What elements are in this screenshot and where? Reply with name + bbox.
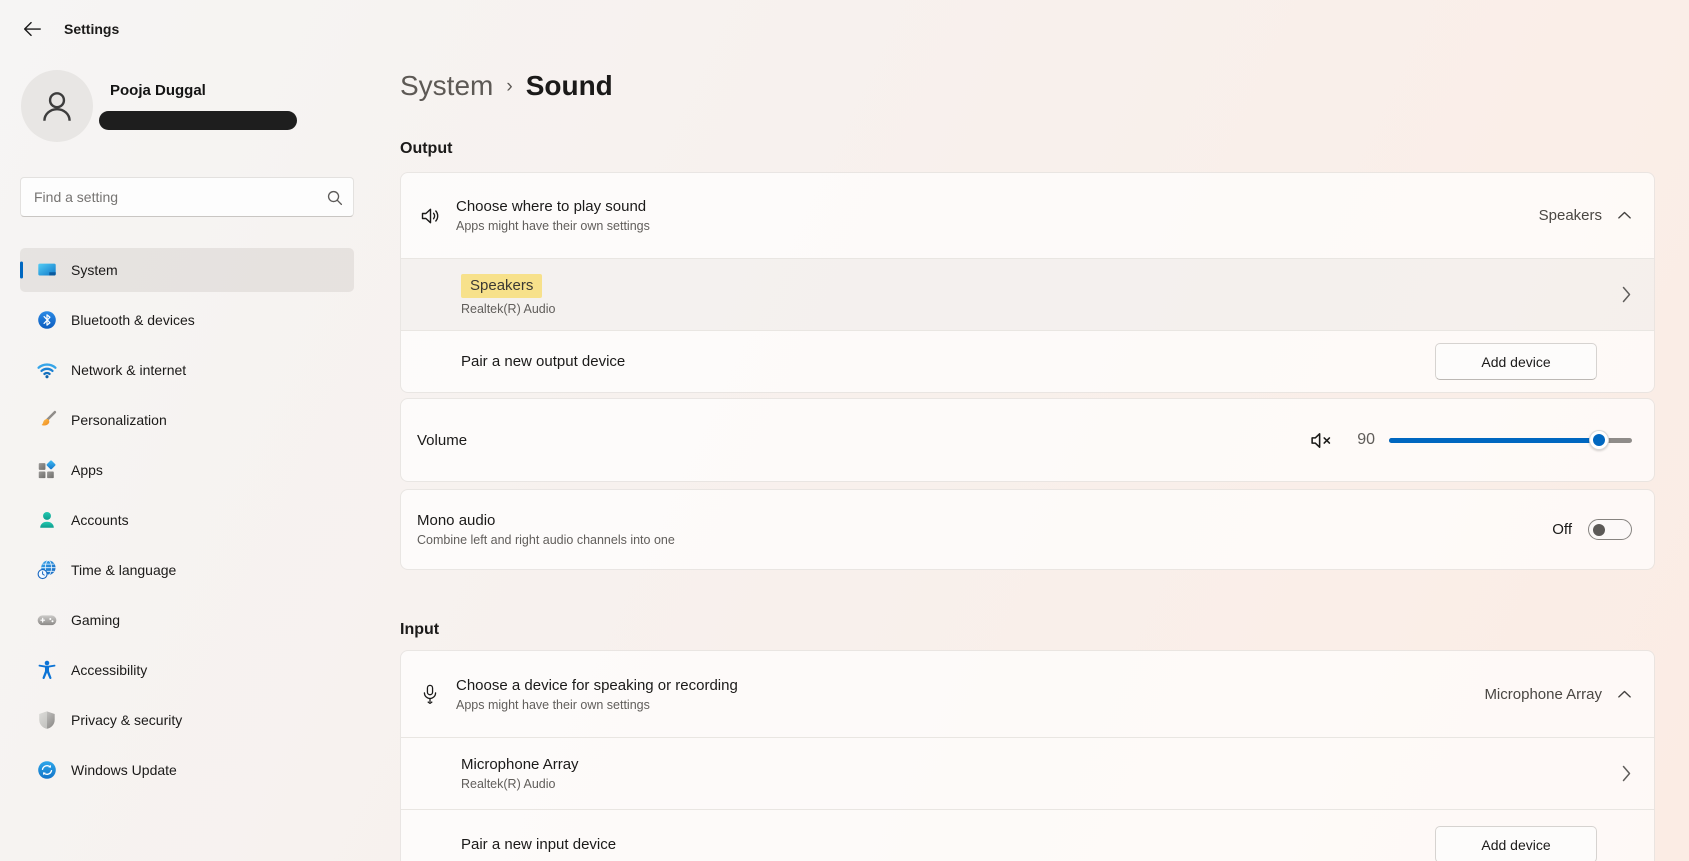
mono-audio-card: Mono audio Combine left and right audio …: [400, 489, 1655, 570]
microphone-device-row[interactable]: Microphone Array Realtek(R) Audio: [401, 737, 1654, 809]
accounts-icon: [36, 509, 58, 531]
wifi-icon: [36, 359, 58, 381]
settings-window: Settings Pooja Duggal System Bluetooth &…: [0, 0, 1689, 861]
sidebar-item-accessibility[interactable]: Accessibility: [20, 648, 354, 692]
system-icon: [36, 259, 58, 281]
choose-output-subtitle: Apps might have their own settings: [456, 219, 650, 233]
app-title: Settings: [64, 21, 119, 37]
search-input[interactable]: [21, 189, 319, 205]
add-output-device-button[interactable]: Add device: [1435, 343, 1597, 380]
choose-input-subtitle: Apps might have their own settings: [456, 698, 738, 712]
pair-input-row: Pair a new input device Add device: [401, 809, 1654, 861]
slider-thumb[interactable]: [1589, 430, 1609, 450]
selected-indicator: [20, 262, 23, 279]
back-arrow-icon: [21, 18, 43, 40]
choose-input-title: Choose a device for speaking or recordin…: [456, 677, 738, 694]
chevron-up-icon: [1617, 210, 1632, 221]
input-device-card: Choose a device for speaking or recordin…: [400, 650, 1655, 861]
output-section-heading: Output: [400, 140, 452, 158]
redacted-email-bar: [99, 111, 297, 130]
volume-row: Volume 90: [401, 399, 1654, 481]
breadcrumb-system[interactable]: System: [400, 70, 493, 102]
shield-icon: [36, 709, 58, 731]
choose-output-row: Choose where to play sound Apps might ha…: [401, 173, 1654, 258]
globe-clock-icon: [36, 559, 58, 581]
user-profile[interactable]: Pooja Duggal: [21, 70, 351, 143]
pair-output-label: Pair a new output device: [461, 353, 625, 370]
volume-value: 90: [1351, 431, 1375, 449]
sidebar-item-system[interactable]: System: [20, 248, 354, 292]
sidebar-item-gaming[interactable]: Gaming: [20, 598, 354, 642]
output-device-card: Choose where to play sound Apps might ha…: [400, 172, 1655, 393]
windows-update-icon: [36, 759, 58, 781]
pair-input-label: Pair a new input device: [461, 836, 616, 853]
chevron-up-icon: [1617, 689, 1632, 700]
sidebar-item-bluetooth-devices[interactable]: Bluetooth & devices: [20, 298, 354, 342]
brush-icon: [36, 409, 58, 431]
mute-speaker-icon[interactable]: [1309, 429, 1334, 452]
microphone-detail: Realtek(R) Audio: [461, 777, 579, 791]
bluetooth-icon: [36, 309, 58, 331]
input-device-value: Microphone Array: [1484, 686, 1602, 703]
add-input-device-button[interactable]: Add device: [1435, 826, 1597, 861]
choose-input-row: Choose a device for speaking or recordin…: [401, 651, 1654, 737]
microphone-name: Microphone Array: [461, 756, 579, 773]
page-title: Sound: [526, 70, 613, 102]
search-icon: [319, 189, 349, 206]
chevron-right-icon: [1621, 285, 1632, 304]
sidebar-item-time-language[interactable]: Time & language: [20, 548, 354, 592]
speakers-name-highlighted: Speakers: [461, 274, 542, 298]
volume-slider[interactable]: [1389, 429, 1632, 451]
sidebar-item-network-internet[interactable]: Network & internet: [20, 348, 354, 392]
mono-audio-title: Mono audio: [417, 512, 675, 529]
slider-fill: [1389, 438, 1599, 443]
volume-card: Volume 90: [400, 398, 1655, 482]
toggle-knob: [1593, 524, 1605, 536]
speakers-device-row[interactable]: Speakers Realtek(R) Audio: [401, 258, 1654, 330]
chevron-right-icon: [1621, 764, 1632, 783]
sidebar-item-privacy-security[interactable]: Privacy & security: [20, 698, 354, 742]
input-section-heading: Input: [400, 621, 439, 639]
output-device-value: Speakers: [1539, 207, 1602, 224]
mono-audio-row: Mono audio Combine left and right audio …: [401, 490, 1654, 569]
choose-output-title: Choose where to play sound: [456, 198, 650, 215]
mono-audio-toggle[interactable]: [1588, 519, 1632, 540]
microphone-icon: [419, 681, 443, 707]
breadcrumb-separator: ›: [506, 76, 512, 98]
sidebar-item-personalization[interactable]: Personalization: [20, 398, 354, 442]
speaker-icon: [419, 203, 443, 229]
breadcrumb: System › Sound: [400, 70, 613, 102]
search-box[interactable]: [20, 177, 354, 217]
sidebar-item-apps[interactable]: Apps: [20, 448, 354, 492]
back-button[interactable]: [18, 17, 46, 41]
apps-icon: [36, 459, 58, 481]
input-device-dropdown[interactable]: Microphone Array: [1484, 686, 1632, 703]
output-device-dropdown[interactable]: Speakers: [1539, 207, 1632, 224]
volume-label: Volume: [417, 432, 467, 449]
mono-toggle-state: Off: [1552, 521, 1572, 538]
sidebar-nav: System Bluetooth & devices Network & int…: [20, 248, 354, 798]
sidebar-item-accounts[interactable]: Accounts: [20, 498, 354, 542]
pair-output-row: Pair a new output device Add device: [401, 330, 1654, 392]
speakers-detail: Realtek(R) Audio: [461, 302, 556, 316]
person-icon: [36, 85, 78, 127]
mono-audio-subtitle: Combine left and right audio channels in…: [417, 533, 675, 547]
avatar: [21, 70, 93, 142]
sidebar-item-windows-update[interactable]: Windows Update: [20, 748, 354, 792]
user-name: Pooja Duggal: [110, 82, 206, 99]
gamepad-icon: [36, 609, 58, 631]
accessibility-icon: [36, 659, 58, 681]
